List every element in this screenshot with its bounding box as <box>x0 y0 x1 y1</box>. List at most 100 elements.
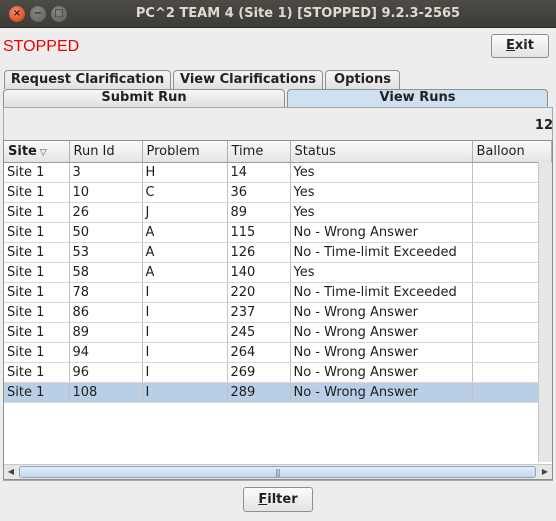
cell-problem: A <box>142 262 228 283</box>
cell-status: Yes <box>290 162 473 183</box>
horizontal-scrollbar[interactable]: ◀ ||| ▶ <box>4 464 552 479</box>
exit-button[interactable]: Exit <box>491 34 549 58</box>
cell-site: Site 1 <box>4 382 70 403</box>
table-row[interactable]: Site 1 108 I 289 No - Wrong Answer <box>4 382 552 403</box>
column-header-problem[interactable]: Problem <box>142 141 228 163</box>
cell-time: 89 <box>227 202 291 223</box>
scroll-left-icon[interactable]: ◀ <box>4 465 18 479</box>
vertical-scrollbar[interactable] <box>538 162 552 462</box>
cell-run-id: 96 <box>69 362 143 383</box>
cell-site: Site 1 <box>4 362 70 383</box>
tab-request-clarification[interactable]: Request Clarification <box>4 70 171 89</box>
pc2-team-window: × − □ PC^2 TEAM 4 (Site 1) [STOPPED] 9.2… <box>0 0 556 521</box>
column-header-run-id[interactable]: Run Id <box>69 141 143 163</box>
cell-site: Site 1 <box>4 202 70 223</box>
cell-problem: I <box>142 382 228 403</box>
column-header-label: Site <box>8 143 37 159</box>
cell-status: No - Wrong Answer <box>290 302 473 323</box>
cell-run-id: 50 <box>69 222 143 243</box>
contest-status-label: STOPPED <box>3 38 80 55</box>
table-row[interactable]: Site 1 96 I 269 No - Wrong Answer <box>4 362 552 383</box>
table-row[interactable]: Site 1 50 A 115 No - Wrong Answer <box>4 222 552 243</box>
cell-status: No - Wrong Answer <box>290 342 473 363</box>
table-row[interactable]: Site 1 53 A 126 No - Time-limit Exceeded <box>4 242 552 263</box>
cell-site: Site 1 <box>4 342 70 363</box>
cell-site: Site 1 <box>4 302 70 323</box>
cell-problem: A <box>142 242 228 263</box>
table-row[interactable]: Site 1 89 I 245 No - Wrong Answer <box>4 322 552 343</box>
cell-run-id: 89 <box>69 322 143 343</box>
cell-time: 264 <box>227 342 291 363</box>
tab-view-runs[interactable]: View Runs <box>287 89 548 107</box>
cell-run-id: 94 <box>69 342 143 363</box>
cell-status: Yes <box>290 202 473 223</box>
filter-button[interactable]: Filter <box>243 487 313 512</box>
cell-problem: J <box>142 202 228 223</box>
cell-problem: A <box>142 222 228 243</box>
table-row[interactable]: Site 1 86 I 237 No - Wrong Answer <box>4 302 552 323</box>
window-title: PC^2 TEAM 4 (Site 1) [STOPPED] 9.2.3-256… <box>135 6 461 21</box>
cell-status: No - Time-limit Exceeded <box>290 242 473 263</box>
table-row[interactable]: Site 1 3 H 14 Yes <box>4 162 552 183</box>
table-row[interactable]: Site 1 78 I 220 No - Time-limit Exceeded <box>4 282 552 303</box>
scroll-grip-icon: ||| <box>274 468 281 477</box>
cell-site: Site 1 <box>4 322 70 343</box>
cell-status: No - Time-limit Exceeded <box>290 282 473 303</box>
cell-problem: H <box>142 162 228 183</box>
cell-time: 289 <box>227 382 291 403</box>
column-header-balloon[interactable]: Balloon <box>472 141 552 163</box>
cell-run-id: 108 <box>69 382 143 403</box>
table-row[interactable]: Site 1 58 A 140 Yes <box>4 262 552 283</box>
table-row[interactable]: Site 1 94 I 264 No - Wrong Answer <box>4 342 552 363</box>
cell-run-id: 58 <box>69 262 143 283</box>
column-header-site[interactable]: Site ▽ <box>4 141 70 163</box>
cell-time: 220 <box>227 282 291 303</box>
cell-time: 115 <box>227 222 291 243</box>
cell-time: 126 <box>227 242 291 263</box>
cell-status: Yes <box>290 182 473 203</box>
cell-status: No - Wrong Answer <box>290 382 473 403</box>
table-row[interactable]: Site 1 10 C 36 Yes <box>4 182 552 203</box>
scroll-right-icon[interactable]: ▶ <box>538 465 552 479</box>
cell-status: No - Wrong Answer <box>290 222 473 243</box>
cell-time: 237 <box>227 302 291 323</box>
cell-run-id: 78 <box>69 282 143 303</box>
cell-status: Yes <box>290 262 473 283</box>
cell-run-id: 53 <box>69 242 143 263</box>
cell-time: 140 <box>227 262 291 283</box>
table-header-row: Site ▽ Run Id Problem Time Status Balloon <box>4 141 552 163</box>
tab-view-clarifications[interactable]: View Clarifications <box>173 70 323 89</box>
tab-submit-run[interactable]: Submit Run <box>3 89 285 107</box>
cell-site: Site 1 <box>4 282 70 303</box>
cell-time: 36 <box>227 182 291 203</box>
sort-descending-icon: ▽ <box>39 147 47 158</box>
table-row[interactable]: Site 1 26 J 89 Yes <box>4 202 552 223</box>
title-bar: × − □ PC^2 TEAM 4 (Site 1) [STOPPED] 9.2… <box>0 0 556 28</box>
cell-run-id: 86 <box>69 302 143 323</box>
runs-table: Site ▽ Run Id Problem Time Status Balloon… <box>3 140 553 480</box>
cell-site: Site 1 <box>4 262 70 283</box>
cell-run-id: 3 <box>69 162 143 183</box>
cell-problem: I <box>142 282 228 303</box>
tab-options[interactable]: Options <box>325 70 400 89</box>
cell-problem: C <box>142 182 228 203</box>
cell-problem: I <box>142 342 228 363</box>
cell-site: Site 1 <box>4 182 70 203</box>
cell-site: Site 1 <box>4 162 70 183</box>
horizontal-scroll-thumb[interactable]: ||| <box>19 466 536 478</box>
cell-site: Site 1 <box>4 222 70 243</box>
cell-time: 245 <box>227 322 291 343</box>
cell-status: No - Wrong Answer <box>290 322 473 343</box>
cell-status: No - Wrong Answer <box>290 362 473 383</box>
column-header-time[interactable]: Time <box>227 141 291 163</box>
cell-run-id: 10 <box>69 182 143 203</box>
cell-problem: I <box>142 362 228 383</box>
column-header-status[interactable]: Status <box>290 141 473 163</box>
cell-run-id: 26 <box>69 202 143 223</box>
cell-time: 14 <box>227 162 291 183</box>
cell-time: 269 <box>227 362 291 383</box>
runs-count: 12 <box>534 118 553 133</box>
cell-site: Site 1 <box>4 242 70 263</box>
cell-problem: I <box>142 322 228 343</box>
cell-problem: I <box>142 302 228 323</box>
